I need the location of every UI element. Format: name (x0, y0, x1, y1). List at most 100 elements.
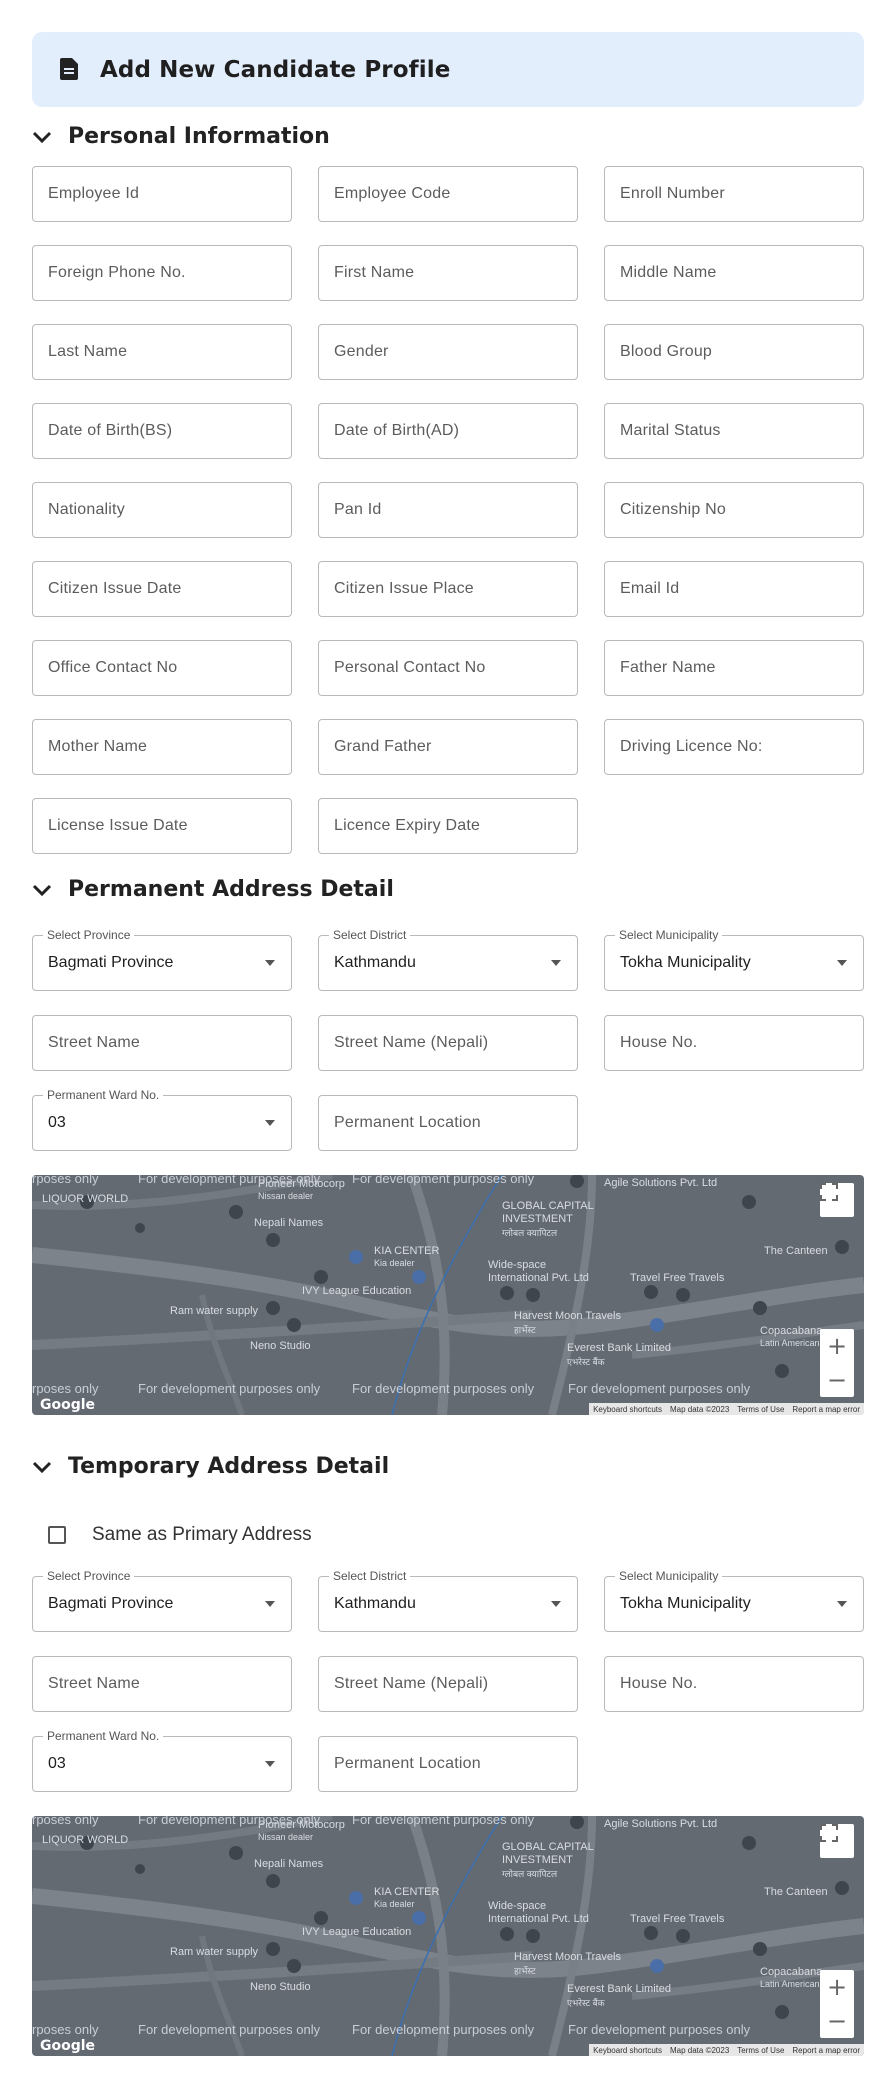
personal-field-input[interactable]: Grand Father (318, 719, 578, 775)
map-dev-notice: For development purposes only (138, 1816, 321, 1827)
map-label: Neno Studio (250, 1340, 311, 1352)
section-temporary-toggle[interactable]: Temporary Address Detail (32, 1454, 389, 1479)
section-personal-toggle[interactable]: Personal Information (32, 124, 330, 149)
keyboard-shortcuts-link[interactable]: Keyboard shortcuts (593, 2046, 662, 2055)
terms-link[interactable]: Terms of Use (737, 2046, 784, 2055)
checkbox-box[interactable] (48, 1526, 66, 1544)
personal-field-input[interactable]: Citizen Issue Place (318, 561, 578, 617)
placeholder: Gender (334, 343, 389, 360)
personal-field-input[interactable]: Personal Contact No (318, 640, 578, 696)
report-error-link[interactable]: Report a map error (792, 1405, 860, 1414)
placeholder: First Name (334, 264, 415, 281)
field-legend: Select Province (43, 928, 135, 942)
temporary-location-input[interactable]: Permanent Location (318, 1736, 578, 1792)
personal-field-input[interactable]: Middle Name (604, 245, 864, 301)
dropdown-arrow-icon (265, 1601, 275, 1607)
field-legend: Select Municipality (615, 928, 723, 942)
temporary-district-select[interactable]: Select District Kathmandu (318, 1569, 578, 1632)
personal-field-input[interactable]: Date of Birth(AD) (318, 403, 578, 459)
candidate-form-card: Add New Candidate Profile Personal Infor… (0, 0, 896, 2097)
map-label: Everest Bank Limited (567, 1342, 671, 1354)
temporary-ward-select[interactable]: Permanent Ward No. 03 (32, 1729, 292, 1792)
personal-field-input[interactable]: First Name (318, 245, 578, 301)
personal-field-input[interactable]: Nationality (32, 482, 292, 538)
permanent-house-input[interactable]: House No. (604, 1015, 864, 1071)
personal-field-input[interactable]: Employee Code (318, 166, 578, 222)
map-dev-notice: For development purposes only (352, 2022, 535, 2037)
map-label: International Pvt. Ltd (488, 1913, 589, 1925)
placeholder: Date of Birth(AD) (334, 422, 460, 439)
temporary-house-input[interactable]: House No. (604, 1656, 864, 1712)
personal-field-input[interactable]: Driving Licence No: (604, 719, 864, 775)
permanent-municipality-select[interactable]: Select Municipality Tokha Municipality (604, 928, 864, 991)
report-error-link[interactable]: Report a map error (792, 2046, 860, 2055)
map-dev-notice: For development purposes only (352, 1816, 535, 1827)
map-label: KIA CENTER (374, 1245, 440, 1257)
temporary-province-select[interactable]: Select Province Bagmati Province (32, 1569, 292, 1632)
temporary-street-nepali-input[interactable]: Street Name (Nepali) (318, 1656, 578, 1712)
same-as-primary-checkbox[interactable]: Same as Primary Address (48, 1524, 312, 1546)
placeholder: Permanent Location (334, 1755, 481, 1772)
zoom-out-button[interactable]: − (820, 2004, 854, 2038)
field-legend: Select District (329, 1569, 411, 1583)
personal-field-input[interactable]: Pan Id (318, 482, 578, 538)
dropdown-arrow-icon (837, 1601, 847, 1607)
field-legend: Permanent Ward No. (43, 1729, 164, 1743)
form-header: Add New Candidate Profile (32, 32, 864, 107)
permanent-district-select[interactable]: Select District Kathmandu (318, 928, 578, 991)
section-title: Permanent Address Detail (68, 877, 394, 902)
map-fullscreen-button[interactable] (820, 1824, 854, 1858)
permanent-street-input[interactable]: Street Name (32, 1015, 292, 1071)
personal-field-input[interactable]: Blood Group (604, 324, 864, 380)
dropdown-arrow-icon (551, 960, 561, 966)
zoom-out-button[interactable]: − (820, 1363, 854, 1397)
map-dev-notice: rposes only (32, 2022, 99, 2037)
permanent-map[interactable]: LIQUOR WORLD Pioneer Motocorp Nissan dea… (32, 1175, 864, 1415)
placeholder: Date of Birth(BS) (48, 422, 173, 439)
section-permanent-toggle[interactable]: Permanent Address Detail (32, 877, 394, 902)
personal-field-input[interactable]: Gender (318, 324, 578, 380)
personal-field-input[interactable]: Enroll Number (604, 166, 864, 222)
temporary-street-input[interactable]: Street Name (32, 1656, 292, 1712)
personal-field-input[interactable]: Licence Expiry Date (318, 798, 578, 854)
terms-link[interactable]: Terms of Use (737, 1405, 784, 1414)
permanent-ward-select[interactable]: Permanent Ward No. 03 (32, 1088, 292, 1151)
keyboard-shortcuts-link[interactable]: Keyboard shortcuts (593, 1405, 662, 1414)
personal-field-input[interactable]: Employee Id (32, 166, 292, 222)
map-label: Nepali Names (254, 1217, 324, 1229)
personal-field-input[interactable]: Office Contact No (32, 640, 292, 696)
permanent-location-input[interactable]: Permanent Location (318, 1095, 578, 1151)
personal-field-input[interactable]: Date of Birth(BS) (32, 403, 292, 459)
permanent-street-nepali-input[interactable]: Street Name (Nepali) (318, 1015, 578, 1071)
field-legend: Select Province (43, 1569, 135, 1583)
select-value: Kathmandu (334, 954, 416, 971)
dropdown-arrow-icon (265, 1761, 275, 1767)
personal-field-input[interactable]: Father Name (604, 640, 864, 696)
map-label: Travel Free Travels (630, 1272, 725, 1284)
placeholder: Pan Id (334, 501, 382, 518)
map-label: Harvest Moon Travels (514, 1951, 621, 1963)
temporary-map[interactable]: LIQUOR WORLD Pioneer Motocorp Nissan dea… (32, 1816, 864, 2056)
google-logo: Google (40, 2038, 96, 2054)
map-label: एभरेस्ट बैंक (567, 1998, 605, 2008)
personal-field-input[interactable]: Email Id (604, 561, 864, 617)
map-fullscreen-button[interactable] (820, 1183, 854, 1217)
placeholder: House No. (620, 1675, 698, 1692)
map-dev-notice: rposes only (32, 1175, 99, 1186)
personal-field-input[interactable]: Last Name (32, 324, 292, 380)
dropdown-arrow-icon (551, 1601, 561, 1607)
zoom-in-button[interactable]: + (820, 1329, 854, 1363)
map-dev-notice: For development purposes only (138, 1381, 321, 1396)
permanent-province-select[interactable]: Select Province Bagmati Province (32, 928, 292, 991)
personal-field-input[interactable]: Citizenship No (604, 482, 864, 538)
select-value: Bagmati Province (48, 1595, 174, 1612)
personal-field-input[interactable]: Citizen Issue Date (32, 561, 292, 617)
personal-field-input[interactable]: Marital Status (604, 403, 864, 459)
temporary-municipality-select[interactable]: Select Municipality Tokha Municipality (604, 1569, 864, 1632)
personal-field-input[interactable]: Foreign Phone No. (32, 245, 292, 301)
personal-field-input[interactable]: Mother Name (32, 719, 292, 775)
map-label: KIA CENTER (374, 1886, 440, 1898)
zoom-in-button[interactable]: + (820, 1970, 854, 2004)
personal-field-input[interactable]: License Issue Date (32, 798, 292, 854)
dropdown-arrow-icon (265, 1120, 275, 1126)
